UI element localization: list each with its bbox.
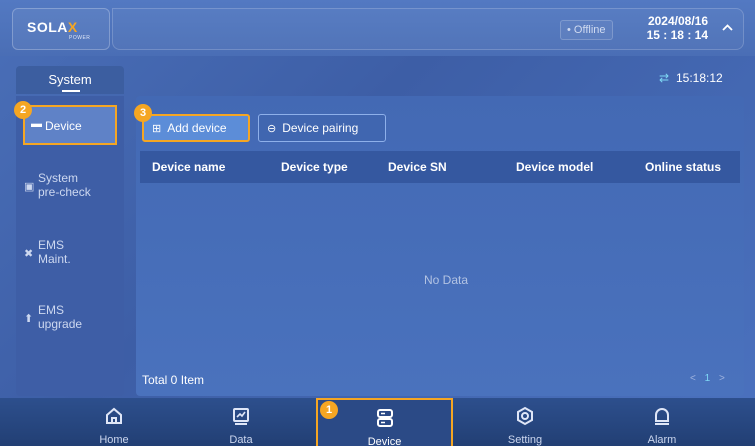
column-header-device-name[interactable]: Device name <box>152 160 225 174</box>
sidebar-item-system-precheck[interactable]: ▣ System pre-check <box>22 169 118 203</box>
tools-icon: ✖ <box>24 248 34 260</box>
table-header: Device name Device type Device SN Device… <box>140 151 740 183</box>
refresh-icon[interactable]: ⇄ <box>659 71 669 85</box>
device-pairing-label: Device pairing <box>282 121 359 135</box>
date-text: 2024/08/16 <box>647 14 708 28</box>
logo-text: SOLAX <box>27 19 78 35</box>
sidebar-item-label: System pre-check <box>38 171 91 199</box>
logo: SOLAX POWER <box>12 8 110 50</box>
home-icon <box>46 406 182 431</box>
page-number[interactable]: 1 <box>705 373 711 384</box>
time-text: 15 : 18 : 14 <box>646 28 708 42</box>
settings-icon <box>457 406 593 431</box>
precheck-icon: ▣ <box>24 181 35 193</box>
bottom-nav: Home Data Device Setting Alarm <box>0 398 755 446</box>
sidebar: ▬ Device ▣ System pre-check ✖ EMS Maint. ⬆… <box>16 96 124 396</box>
empty-state-text: No Data <box>424 273 469 287</box>
sidebar-item-ems-upgrade[interactable]: ⬆ EMS upgrade <box>22 303 118 337</box>
last-refresh-time: 15:18:12 <box>676 71 723 85</box>
column-header-device-sn[interactable]: Device SN <box>388 160 447 174</box>
total-count: Total 0 Item <box>142 373 205 387</box>
nav-item-home[interactable]: Home <box>46 398 182 446</box>
sidebar-item-label: EMS Maint. <box>38 238 71 266</box>
nav-label: Data <box>229 434 253 446</box>
add-device-label: Add device <box>167 121 227 135</box>
nav-item-alarm[interactable]: Alarm <box>594 398 730 446</box>
datetime-display: 2024/08/16 15 : 18 : 14 <box>640 14 708 42</box>
sidebar-item-label: EMS upgrade <box>38 303 83 331</box>
nav-label: Setting <box>507 434 543 446</box>
server-icon <box>318 408 451 433</box>
device-panel: ⊞ Add device ⊖ Device pairing Device name … <box>136 96 744 396</box>
sidebar-item-ems-maint[interactable]: ✖ EMS Maint. <box>22 238 118 272</box>
chart-icon <box>173 406 309 431</box>
link-icon: ⊖ <box>267 123 277 135</box>
logo-subtitle: POWER <box>69 35 91 41</box>
alarm-icon <box>594 406 730 431</box>
chevron-up-icon[interactable] <box>722 22 733 34</box>
nav-item-data[interactable]: Data <box>173 398 309 446</box>
step-badge-3: 3 <box>134 104 152 122</box>
column-header-online-status[interactable]: Online status <box>645 160 721 174</box>
connection-status-badge: • Offline <box>560 20 613 40</box>
next-page-button[interactable]: > <box>719 373 725 384</box>
device-icon: ▬ <box>31 118 42 130</box>
nav-label: Device <box>367 436 402 446</box>
upgrade-icon: ⬆ <box>24 313 34 325</box>
tab-underline <box>62 90 80 92</box>
plus-box-icon: ⊞ <box>152 123 162 135</box>
nav-label: Home <box>99 434 129 446</box>
nav-label: Alarm <box>647 434 677 446</box>
step-badge-2: 2 <box>14 101 32 119</box>
column-header-device-model[interactable]: Device model <box>516 160 593 174</box>
nav-item-setting[interactable]: Setting <box>457 398 593 446</box>
step-badge-1: 1 <box>320 401 338 419</box>
sidebar-item-label: Device <box>45 119 82 133</box>
add-device-button[interactable]: ⊞ Add device <box>142 114 250 142</box>
top-header: SOLAX POWER • Offline 2024/08/16 15 : 18… <box>0 0 755 56</box>
column-header-device-type[interactable]: Device type <box>281 160 348 174</box>
device-pairing-button[interactable]: ⊖ Device pairing <box>258 114 386 142</box>
sidebar-item-device[interactable]: ▬ Device <box>23 105 117 145</box>
pagination: < 1 > <box>690 373 725 384</box>
prev-page-button[interactable]: < <box>690 373 696 384</box>
